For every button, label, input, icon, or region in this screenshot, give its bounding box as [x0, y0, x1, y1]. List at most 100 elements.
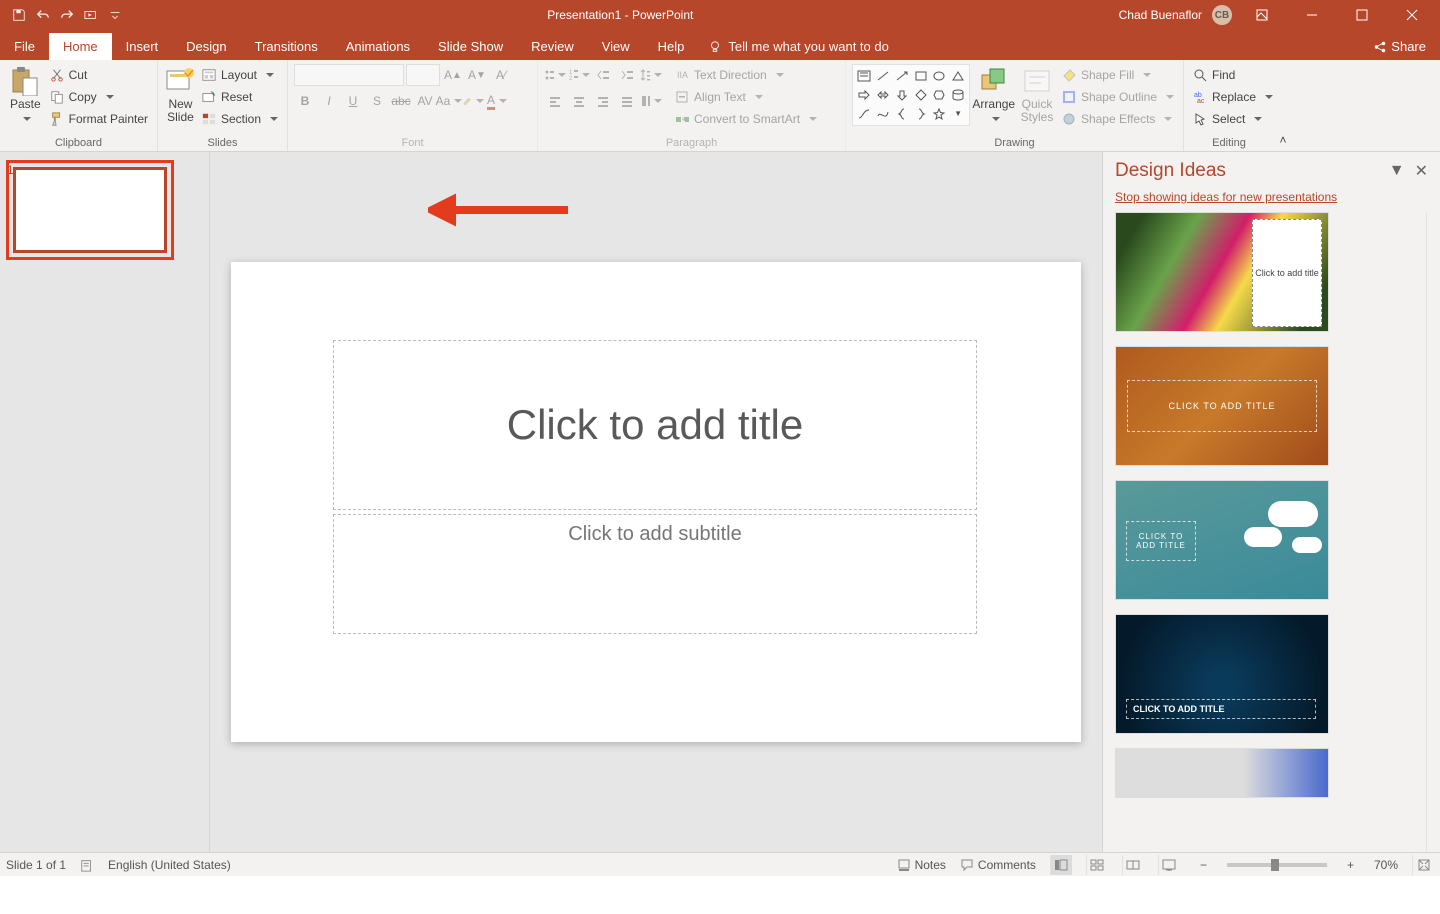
convert-smartart-button[interactable]: Convert to SmartArt	[672, 108, 820, 130]
maximize-button[interactable]	[1342, 0, 1382, 30]
font-name-combo[interactable]	[294, 64, 404, 86]
shape-outline-button[interactable]: Shape Outline	[1059, 86, 1177, 108]
shapes-more-icon[interactable]: ▼	[954, 109, 962, 118]
tab-transitions[interactable]: Transitions	[241, 33, 332, 60]
design-idea-3[interactable]: CLICK TO ADD TITLE	[1115, 480, 1329, 600]
notes-button[interactable]: Notes	[897, 858, 946, 872]
user-name[interactable]: Chad Buenaflor	[1119, 8, 1202, 22]
design-idea-2[interactable]: CLICK TO ADD TITLE	[1115, 346, 1329, 466]
group-drawing: ▼ Arrange Quick Styles Shape Fill Shape …	[846, 60, 1184, 151]
character-spacing-icon[interactable]: AV	[414, 90, 436, 112]
start-from-beginning-icon[interactable]	[84, 8, 98, 22]
save-icon[interactable]	[12, 8, 26, 22]
new-slide-button[interactable]: New Slide	[164, 64, 197, 124]
normal-view-icon[interactable]	[1050, 855, 1072, 875]
columns-icon[interactable]	[640, 90, 662, 112]
highlight-icon[interactable]	[462, 90, 484, 112]
quick-styles-icon	[1022, 66, 1052, 96]
subtitle-placeholder[interactable]: Click to add subtitle	[333, 514, 977, 634]
design-ideas-scrollbar[interactable]	[1426, 212, 1440, 852]
tab-view[interactable]: View	[588, 33, 644, 60]
decrease-indent-icon[interactable]	[592, 64, 614, 86]
cut-button[interactable]: Cut	[47, 64, 151, 86]
change-case-icon[interactable]: Aa	[438, 90, 460, 112]
zoom-slider[interactable]	[1227, 863, 1327, 867]
slide-counter[interactable]: Slide 1 of 1	[6, 858, 66, 872]
shapes-gallery[interactable]: ▼	[852, 64, 970, 126]
arrange-button[interactable]: Arrange	[972, 64, 1015, 126]
font-size-combo[interactable]	[406, 64, 440, 86]
slideshow-view-icon[interactable]	[1158, 855, 1180, 875]
pane-options-icon[interactable]: ▼	[1389, 162, 1405, 180]
zoom-out-button[interactable]: −	[1194, 858, 1213, 872]
tab-home[interactable]: Home	[49, 33, 112, 60]
font-color-icon[interactable]: A	[486, 90, 508, 112]
decrease-font-icon[interactable]: A▼	[466, 64, 488, 86]
reset-button[interactable]: Reset	[199, 86, 281, 108]
stop-showing-link[interactable]: Stop showing ideas for new presentations	[1103, 190, 1440, 212]
quick-styles-button[interactable]: Quick Styles	[1017, 64, 1057, 124]
zoom-slider-thumb[interactable]	[1271, 859, 1279, 871]
tab-slideshow[interactable]: Slide Show	[424, 33, 517, 60]
align-center-icon[interactable]	[568, 90, 590, 112]
italic-icon[interactable]: I	[318, 90, 340, 112]
redo-icon[interactable]	[60, 8, 74, 22]
design-idea-1[interactable]: Click to add title	[1115, 212, 1329, 332]
increase-indent-icon[interactable]	[616, 64, 638, 86]
close-button[interactable]	[1392, 0, 1432, 30]
design-idea-5[interactable]	[1115, 748, 1329, 798]
share-button[interactable]: Share	[1359, 33, 1440, 60]
clear-formatting-icon[interactable]: A∕	[490, 64, 512, 86]
slide-canvas[interactable]: Click to add title Click to add subtitle	[231, 262, 1081, 742]
select-button[interactable]: Select	[1190, 108, 1276, 130]
slide-sorter-view-icon[interactable]	[1086, 855, 1108, 875]
reading-view-icon[interactable]	[1122, 855, 1144, 875]
section-button[interactable]: Section	[199, 108, 281, 130]
strikethrough-icon[interactable]: abc	[390, 90, 412, 112]
comments-button[interactable]: Comments	[960, 858, 1036, 872]
layout-button[interactable]: Layout	[199, 64, 281, 86]
align-right-icon[interactable]	[592, 90, 614, 112]
undo-icon[interactable]	[36, 8, 50, 22]
bold-icon[interactable]: B	[294, 90, 316, 112]
zoom-in-button[interactable]: +	[1341, 858, 1360, 872]
tell-me-search[interactable]: Tell me what you want to do	[708, 39, 888, 60]
pane-close-icon[interactable]: ✕	[1415, 161, 1428, 181]
numbering-icon[interactable]: 12	[568, 64, 590, 86]
align-left-icon[interactable]	[544, 90, 566, 112]
ribbon-display-options-icon[interactable]	[1242, 0, 1282, 30]
shape-fill-button[interactable]: Shape Fill	[1059, 64, 1177, 86]
user-avatar[interactable]: CB	[1212, 5, 1232, 25]
replace-button[interactable]: abacReplace	[1190, 86, 1276, 108]
line-spacing-icon[interactable]	[640, 64, 662, 86]
text-direction-button[interactable]: IIAText Direction	[672, 64, 820, 86]
format-painter-button[interactable]: Format Painter	[47, 108, 151, 130]
qat-dropdown-icon[interactable]	[108, 8, 122, 22]
design-idea-4[interactable]: CLICK TO ADD TITLE	[1115, 614, 1329, 734]
copy-button[interactable]: Copy	[47, 86, 151, 108]
tab-review[interactable]: Review	[517, 33, 588, 60]
align-text-button[interactable]: Align Text	[672, 86, 820, 108]
paste-button[interactable]: Paste	[6, 64, 45, 126]
spellcheck-icon[interactable]	[80, 858, 94, 872]
zoom-level[interactable]: 70%	[1374, 858, 1398, 872]
fit-to-window-icon[interactable]	[1412, 855, 1434, 875]
shadow-icon[interactable]: S	[366, 90, 388, 112]
shape-diamond-icon	[914, 89, 928, 101]
tab-insert[interactable]: Insert	[112, 33, 173, 60]
collapse-ribbon-icon[interactable]: ˄	[1274, 60, 1292, 151]
title-placeholder[interactable]: Click to add title	[333, 340, 977, 510]
increase-font-icon[interactable]: A▲	[442, 64, 464, 86]
tab-design[interactable]: Design	[172, 33, 240, 60]
find-button[interactable]: Find	[1190, 64, 1276, 86]
tab-file[interactable]: File	[0, 33, 49, 60]
justify-icon[interactable]	[616, 90, 638, 112]
tab-animations[interactable]: Animations	[332, 33, 424, 60]
slide-thumbnail-1[interactable]	[13, 167, 167, 253]
shape-effects-button[interactable]: Shape Effects	[1059, 108, 1177, 130]
bullets-icon[interactable]	[544, 64, 566, 86]
tab-help[interactable]: Help	[644, 33, 699, 60]
underline-icon[interactable]: U	[342, 90, 364, 112]
language-status[interactable]: English (United States)	[108, 858, 231, 872]
minimize-button[interactable]	[1292, 0, 1332, 30]
